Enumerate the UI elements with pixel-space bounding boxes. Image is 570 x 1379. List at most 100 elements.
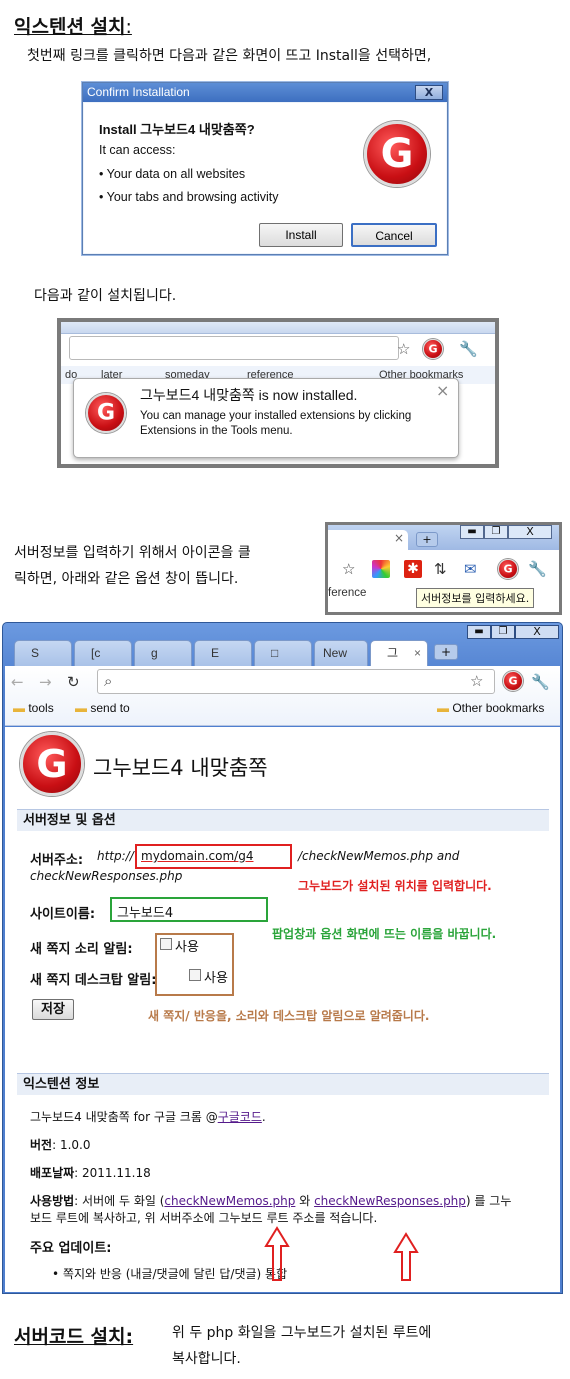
window-close-button[interactable]: X: [515, 625, 559, 639]
red-arrow-up-icon: [393, 1232, 419, 1281]
sound-alert-use-label: 사용: [175, 940, 199, 955]
google-code-link[interactable]: 구글코드: [218, 1110, 262, 1124]
folder-icon: ▬: [437, 701, 449, 715]
browser-tab-active[interactable]: 그 ×: [370, 640, 428, 667]
installed-bubble: G 그누보드4 내맞춤쪽 is now installed. You can m…: [73, 378, 459, 458]
server-note: 그누보드가 설치된 위치를 입력합니다.: [298, 879, 492, 893]
sound-alert-checkbox[interactable]: [160, 938, 172, 950]
server-code-text-1: 위 두 php 화일을 그누보드가 설치된 루트에: [172, 1325, 432, 1341]
colorful-extension-icon[interactable]: [372, 560, 390, 578]
bookmark-other[interactable]: ▬ Other bookmarks: [437, 700, 544, 716]
mail-icon[interactable]: ✉: [464, 560, 477, 578]
bubble-close-icon[interactable]: ×: [436, 381, 449, 400]
checknewmemos-link[interactable]: checkNewMemos.php: [164, 1194, 295, 1208]
star-icon[interactable]: ☆: [470, 672, 483, 690]
dialog-access-label: It can access:: [99, 143, 176, 157]
maximize-button[interactable]: ❐: [484, 525, 508, 539]
site-name-input[interactable]: 그누보드4: [110, 897, 268, 922]
wrench-icon[interactable]: 🔧: [531, 673, 550, 691]
browser-tab[interactable]: □: [254, 640, 312, 666]
search-icon: ⌕: [104, 672, 113, 690]
tooltip: 서버정보를 입력하세요.: [416, 588, 535, 608]
click-text-1: 서버정보를 입력하기 위해서 아이콘을 클: [14, 545, 251, 561]
dialog-heading: Install 그누보드4 내맞춤쪽?: [99, 122, 255, 137]
server-suffix: /checkNewMemos.php and: [298, 849, 460, 863]
update-item: • 쪽지와 반응 (내글/댓글에 달린 답/댓글) 통합: [52, 1267, 288, 1281]
wrench-icon[interactable]: 🔧: [459, 340, 478, 358]
bubble-desc-2: Extensions in the Tools menu.: [140, 425, 293, 437]
extension-toolbar-icon[interactable]: G: [423, 339, 443, 359]
browser-tab[interactable]: New: [314, 640, 368, 666]
red-arrow-up-icon: [264, 1226, 290, 1281]
minimize-button[interactable]: ▬: [467, 625, 491, 639]
update-label: 주요 업데이트:: [30, 1241, 112, 1256]
section-extension-info: 익스텐션 정보: [17, 1073, 549, 1095]
browser-tab[interactable]: S: [14, 640, 72, 666]
usage-line-2: 보드 루트에 복사하고, 위 서버주소에 그누보드 루트 주소를 적습니다.: [30, 1211, 378, 1225]
click-text-2: 릭하면, 아래와 같은 옵션 창이 뜹니다.: [14, 571, 239, 587]
back-icon[interactable]: ←: [11, 673, 24, 691]
desktop-alert-checkbox[interactable]: [189, 969, 201, 981]
dialog-close-button[interactable]: X: [415, 85, 443, 100]
checknewresponses-link[interactable]: checkNewResponses.php: [314, 1194, 466, 1208]
bubble-title: 그누보드4 내맞춤쪽 is now installed.: [140, 387, 358, 403]
desktop-alert-use-label: 사용: [204, 971, 228, 986]
bookmark-tools[interactable]: ▬ tools: [13, 700, 54, 716]
browser-toolbar: ← → ↻ ⌕ ☆ G 🔧 ▬ tools ▬ send to ▬ Other …: [5, 666, 560, 726]
server-prefix: http://: [97, 849, 134, 863]
site-name-label: 사이트이름:: [30, 907, 96, 922]
usage: 사용방법: 서버에 두 화일 (checkNewMemos.php 와 chec…: [30, 1194, 512, 1208]
section-server-options: 서버정보 및 옵션: [17, 809, 549, 831]
section-title-extension-install: 익스텐션 설치:: [14, 16, 132, 38]
reload-icon[interactable]: ↻: [67, 673, 80, 691]
sync-icon[interactable]: ⇅: [434, 560, 447, 578]
tab-close-icon[interactable]: ×: [394, 531, 404, 545]
star-icon[interactable]: ☆: [397, 340, 410, 358]
section-title-server-code-install: 서버코드 설치:: [14, 1326, 134, 1348]
options-logo-icon: G: [20, 732, 84, 796]
bookmark-send-to[interactable]: ▬ send to: [75, 700, 130, 716]
bubble-desc-1: You can manage your installed extensions…: [140, 410, 412, 422]
extension-toolbar-icon[interactable]: G: [503, 671, 523, 691]
alert-note: 새 쪽지/ 반응을, 소리와 데스크탑 알림으로 알려줍니다.: [148, 1009, 430, 1023]
maximize-button[interactable]: ❐: [491, 625, 515, 639]
folder-icon: ▬: [13, 701, 25, 715]
server-input[interactable]: mydomain.com/g4: [135, 844, 292, 869]
dialog-title: Confirm Installation: [83, 83, 447, 102]
minimize-button[interactable]: ▬: [460, 525, 484, 539]
info-text: 그누보드4 내맞춤쪽 for 구글 크롬 @구글코드.: [30, 1110, 266, 1124]
star-icon[interactable]: ☆: [342, 560, 355, 578]
extension-logo-icon: G: [364, 121, 430, 187]
options-title: 그누보드4 내맞춤쪽: [93, 756, 268, 780]
site-note: 팝업창과 옵션 화면에 뜨는 이름을 바꿉니다.: [272, 927, 497, 941]
asterisk-extension-icon[interactable]: ✱: [404, 560, 422, 578]
folder-icon: ▬: [75, 701, 87, 715]
sound-alert-label: 새 쪽지 소리 알림:: [30, 942, 133, 957]
server-label: 서버주소:: [30, 853, 84, 868]
address-bar[interactable]: [69, 336, 399, 360]
bookmark-partial[interactable]: ference: [328, 587, 366, 599]
save-button[interactable]: 저장: [32, 999, 74, 1020]
desktop-alert-label: 새 쪽지 데스크탑 알림:: [30, 973, 157, 988]
release-date: 배포날짜: 2011.11.18: [30, 1166, 151, 1180]
window-close-button[interactable]: X: [508, 525, 552, 539]
install-button[interactable]: Install: [259, 223, 343, 247]
dialog-permission-2: • Your tabs and browsing activity: [99, 190, 279, 204]
extension-toolbar-icon[interactable]: G: [498, 559, 518, 579]
dialog-permission-1: • Your data on all websites: [99, 167, 246, 181]
browser-tab[interactable]: E: [194, 640, 252, 666]
server-code-text-2: 복사합니다.: [172, 1351, 241, 1367]
confirm-installation-dialog: Confirm Installation X Install 그누보드4 내맞춤…: [82, 82, 448, 255]
version: 버전: 1.0.0: [30, 1138, 91, 1152]
new-tab-button[interactable]: +: [416, 532, 438, 547]
toolbar-tooltip-screenshot: × + ▬ ❐ X ☆ ✱ ⇅ ✉ G 🔧 ference 서버정보를 입력하세…: [325, 522, 562, 615]
installed-text: 다음과 같이 설치됩니다.: [34, 288, 177, 304]
installed-bubble-screenshot: ☆ G 🔧 do later someday reference Other b…: [57, 318, 499, 468]
forward-icon[interactable]: →: [39, 673, 52, 691]
address-bar[interactable]: ⌕ ☆: [97, 669, 495, 694]
new-tab-button[interactable]: +: [434, 644, 458, 660]
wrench-icon[interactable]: 🔧: [528, 560, 547, 578]
browser-tab[interactable]: [c: [74, 640, 132, 666]
cancel-button[interactable]: Cancel: [351, 223, 437, 247]
browser-tab[interactable]: g: [134, 640, 192, 666]
